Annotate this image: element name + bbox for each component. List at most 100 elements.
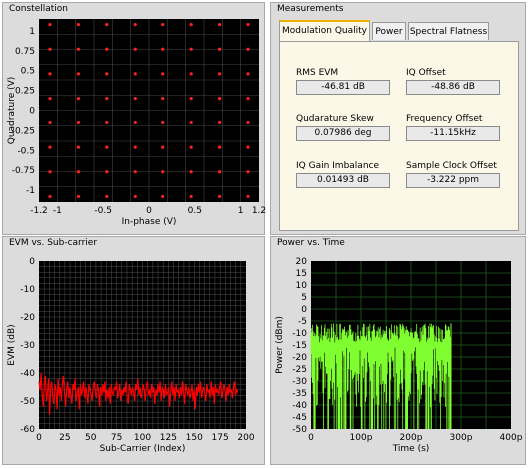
- constellation-point: [217, 170, 222, 174]
- constellation-point: [76, 96, 81, 101]
- constellation-point: [48, 47, 52, 51]
- y-tick-label: 1: [29, 27, 35, 37]
- y-tick-label: -30: [292, 377, 307, 387]
- constellation-point: [189, 96, 193, 101]
- tab-power[interactable]: Power: [372, 22, 406, 40]
- x-tick-label: 0: [308, 433, 314, 443]
- y-tick-label: -10: [20, 285, 35, 295]
- constellation-point: [161, 145, 165, 149]
- x-tick-label: 0: [146, 206, 152, 216]
- constellation-point: [246, 145, 250, 149]
- y-tick-label: 0.25: [15, 87, 35, 97]
- frequency-offset-label: Frequency Offset: [406, 114, 483, 124]
- constellation-point: [246, 194, 250, 199]
- modulation-quality-content: RMS EVM -46.81 dB IQ Offset -48.86 dB Qu…: [279, 41, 519, 231]
- constellation-point: [217, 194, 222, 199]
- y-axis-label: Quadrature (V): [7, 77, 17, 145]
- y-tick-label: -35: [292, 389, 307, 399]
- constellation-point: [246, 47, 250, 51]
- constellation-point: [105, 194, 109, 199]
- x-tick-label: -0.5: [94, 206, 112, 216]
- x-tick-label: -1.2: [30, 206, 48, 216]
- constellation-point: [246, 22, 250, 27]
- constellation-plot: -1.2 -1 -0.5 0 0.5 1 1.210.750.50.250-0.25-0.5…: [7, 19, 266, 227]
- constellation-point: [161, 170, 165, 174]
- constellation-point: [246, 120, 250, 125]
- constellation-point: [161, 22, 165, 27]
- y-tick-label: -1: [26, 186, 35, 196]
- y-axis-label: EVM (dB): [7, 324, 17, 365]
- y-tick-label: -20: [292, 353, 307, 363]
- constellation-point: [133, 170, 137, 174]
- constellation-point: [76, 145, 81, 149]
- constellation-point: [48, 120, 52, 125]
- constellation-point: [133, 194, 137, 199]
- constellation-point: [133, 47, 137, 51]
- constellation-point: [217, 47, 222, 51]
- constellation-point: [105, 120, 109, 125]
- constellation-point: [161, 194, 165, 199]
- y-tick-label: 5: [301, 293, 307, 303]
- x-tick-label: 0.5: [188, 206, 202, 216]
- constellation-point: [48, 170, 52, 174]
- constellation-point: [133, 72, 137, 76]
- constellation-point: [76, 47, 81, 51]
- constellation-point: [161, 72, 165, 76]
- x-tick-label: 200: [237, 433, 254, 443]
- y-tick-label: -30: [20, 341, 35, 351]
- x-axis-label: In-phase (V): [122, 217, 177, 227]
- constellation-panel: Constellation -1.2 -1 -0.5 0 0.5 1 1.2 1 0.75 0.5…: [2, 2, 266, 235]
- y-tick-label: -20: [20, 313, 35, 323]
- y-tick-label: -10: [292, 329, 307, 339]
- iq-offset-value: -48.86 dB: [406, 80, 500, 95]
- y-tick-label: -60: [20, 425, 35, 435]
- y-tick-label: -25: [292, 365, 307, 375]
- x-tick-label: 50: [85, 433, 97, 443]
- constellation-point: [105, 47, 109, 51]
- x-tick-label: 25: [59, 433, 70, 443]
- constellation-point: [246, 96, 250, 101]
- constellation-point: [217, 22, 222, 27]
- y-tick-label: -15: [292, 341, 307, 351]
- tab-modulation-quality[interactable]: Modulation Quality: [279, 20, 370, 41]
- constellation-point: [189, 22, 193, 27]
- constellation-point: [48, 96, 52, 101]
- sample-clock-offset-value: -3.222 ppm: [406, 173, 500, 188]
- constellation-point: [217, 96, 222, 101]
- constellation-point: [133, 96, 137, 101]
- constellation-point: [246, 72, 250, 76]
- x-tick-label: 75: [111, 433, 122, 443]
- constellation-point: [105, 22, 109, 27]
- y-tick-label: 10: [296, 281, 308, 291]
- constellation-point: [48, 194, 52, 199]
- x-axis-label: Time (s): [392, 444, 430, 454]
- constellation-point: [105, 96, 109, 101]
- frequency-offset-value: -11.15kHz: [406, 126, 500, 141]
- y-tick-label: 0: [301, 305, 307, 315]
- y-tick-label: 0.75: [15, 47, 35, 57]
- quadrature-skew-label: Qudarature Skew: [296, 114, 374, 124]
- y-tick-label: 0: [29, 107, 35, 117]
- constellation-point: [189, 170, 193, 174]
- x-tick-label: 1.2: [252, 206, 266, 216]
- x-tick-label: 100: [134, 433, 151, 443]
- y-tick-label: -0.75: [12, 166, 35, 176]
- x-tick-label: -1: [53, 206, 62, 216]
- x-tick-label: 100p: [350, 433, 373, 443]
- constellation-point: [133, 120, 137, 125]
- y-tick-label: 20: [296, 257, 308, 267]
- evm-plot: 0 25 50 75 100 125 150 175 200 0 -10 -20 -30 -40 -50 -6…: [7, 257, 255, 454]
- constellation-point: [189, 194, 193, 199]
- y-tick-label: -40: [20, 369, 35, 379]
- evm-panel: EVM vs. Sub-carrier 0 25 50 75 100 125 150 175 2…: [2, 236, 265, 465]
- constellation-point: [105, 170, 109, 174]
- x-tick-label: 1: [238, 206, 244, 216]
- x-tick-label: 175: [212, 433, 229, 443]
- x-tick-label: 150: [186, 433, 203, 443]
- y-tick-label: -5: [298, 317, 307, 327]
- constellation-point: [76, 72, 81, 76]
- power-panel: Power vs. Time 0 100p 200p 300p 400p 20 15 10 5 0…: [270, 236, 526, 465]
- iq-gain-imbalance-value: 0.01493 dB: [296, 173, 390, 188]
- quadrature-skew-value: 0.07986 deg: [296, 126, 390, 141]
- tab-spectral-flatness[interactable]: Spectral Flatness: [408, 22, 489, 40]
